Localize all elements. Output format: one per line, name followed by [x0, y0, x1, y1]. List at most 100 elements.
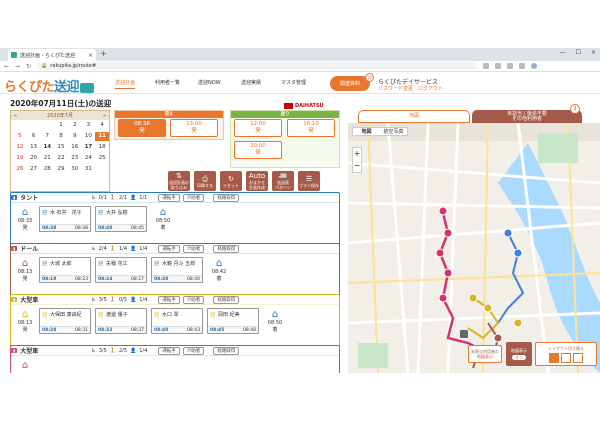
- auto-plan-button[interactable]: Auto おまかせ 計画作成: [246, 171, 268, 191]
- passenger-card[interactable]: 迎水口 翠 08:40 08:43: [151, 308, 203, 334]
- save-plan-button[interactable]: ☰ プラン保存: [298, 171, 320, 191]
- passenger-card[interactable]: 迎大井 弘樹 08:40 08:45: [95, 206, 147, 232]
- calendar-next-button[interactable]: »: [103, 113, 106, 119]
- get-route-button[interactable]: 経路取得: [213, 295, 240, 304]
- calendar-day[interactable]: 22: [54, 154, 68, 163]
- calendar-day[interactable]: 11: [95, 132, 109, 141]
- calendar-day[interactable]: 6: [27, 132, 41, 141]
- calendar-day[interactable]: 23: [68, 154, 82, 163]
- calendar-day[interactable]: 30: [68, 165, 82, 174]
- nav-master[interactable]: マスタ管理: [281, 79, 306, 88]
- calendar-day[interactable]: 12: [13, 143, 27, 152]
- calendar-day[interactable]: 14: [40, 143, 54, 152]
- dropoff-slot-2000[interactable]: 20:00 発: [234, 141, 282, 159]
- calendar-day[interactable]: 26: [13, 165, 27, 174]
- account-links[interactable]: パスワード変更 ログアウト: [378, 85, 443, 92]
- nav-user-list[interactable]: 利用者一覧: [155, 79, 180, 88]
- new-tab-button[interactable]: +: [100, 49, 107, 58]
- tab-map[interactable]: 地図: [358, 110, 470, 123]
- vehicle-drag-handle[interactable]: ▮: [11, 246, 18, 251]
- passenger-card[interactable]: 迎水鏡 丹斗 五郎 08:30 08:40: [151, 257, 203, 283]
- profile-avatar[interactable]: [531, 63, 538, 69]
- extension-icon[interactable]: [495, 63, 502, 69]
- calendar-day[interactable]: 8: [54, 132, 68, 141]
- minimize-button[interactable]: —: [560, 49, 566, 56]
- layout-option-icon[interactable]: [561, 352, 571, 363]
- get-route-button[interactable]: 経路取得: [213, 244, 240, 253]
- browser-tab[interactable]: 送迎計画 - らくぴた送迎 ×: [8, 49, 96, 61]
- passenger-card[interactable]: 迎大保田 康由紀 08:28 08:31: [39, 308, 91, 334]
- passenger-card[interactable]: 迎岡田 紀美 08:45 08:48: [207, 308, 259, 334]
- calendar-day[interactable]: 19: [13, 154, 27, 163]
- nav-route-plan[interactable]: 送迎計画: [115, 79, 136, 89]
- layout-option-icon[interactable]: [549, 352, 559, 363]
- calendar-day[interactable]: 3: [82, 121, 96, 130]
- extension-icon[interactable]: [519, 63, 526, 69]
- calendar-day[interactable]: 21: [40, 154, 54, 163]
- related-docs-button[interactable]: 関連資料: [330, 76, 370, 91]
- calendar-prev-button[interactable]: «: [14, 113, 17, 119]
- calendar-day[interactable]: 15: [54, 143, 68, 152]
- calendar-day[interactable]: 25: [95, 154, 109, 163]
- passenger-card[interactable]: 迎大城 太郎 08:18 08:23: [39, 257, 91, 283]
- driver-select[interactable]: 運転手: [158, 244, 180, 253]
- calendar-day[interactable]: 16: [68, 143, 82, 152]
- calendar-day[interactable]: 10: [82, 132, 96, 141]
- calendar-day[interactable]: 28: [40, 165, 54, 174]
- passenger-card[interactable]: 迎木 石井 花子 08:38 08:38: [39, 206, 91, 232]
- passenger-card[interactable]: 迎渡邊 優子 08:32 08:37: [95, 308, 147, 334]
- calendar-day[interactable]: 20: [27, 154, 41, 163]
- zoom-in-button[interactable]: +: [353, 148, 361, 160]
- helper-select[interactable]: 介助者: [182, 346, 205, 355]
- back-icon[interactable]: ←: [4, 63, 9, 70]
- route-map[interactable]: [348, 123, 600, 373]
- helper-select[interactable]: 介助者: [182, 193, 205, 202]
- vehicle-drag-handle[interactable]: ▮: [11, 348, 18, 353]
- calendar-day[interactable]: 13: [27, 143, 41, 152]
- tab-unassigned-users[interactable]: 未割当 / 後追不要 その他利用者: [472, 110, 582, 123]
- calendar-day[interactable]: 29: [54, 165, 68, 174]
- reload-icon[interactable]: ↻: [26, 63, 31, 70]
- get-route-button[interactable]: 経路取得: [213, 346, 240, 355]
- calendar-day[interactable]: 17: [82, 143, 96, 152]
- close-window-button[interactable]: ×: [591, 49, 596, 56]
- tab-close-icon[interactable]: ×: [88, 52, 93, 59]
- dropoff-slot-1200[interactable]: 12:00 発: [234, 119, 282, 137]
- show-unassigned-button[interactable]: 未割当利用者の 地図表示: [468, 345, 502, 363]
- map-type-satellite[interactable]: 航空写真: [380, 128, 407, 135]
- address-bar[interactable]: 🔒 rakupita.jp/route#: [37, 62, 478, 70]
- pickup-slot-0838[interactable]: 08:38 発: [118, 119, 166, 137]
- vehicle-drag-handle[interactable]: ▮: [11, 195, 18, 200]
- calendar-day[interactable]: 24: [82, 154, 96, 163]
- vehicle-drag-handle[interactable]: ▮: [11, 297, 18, 302]
- map-display-toggle[interactable]: 地図表示 オン: [506, 342, 532, 366]
- pickup-slot-1300[interactable]: 13:00 発: [170, 119, 218, 137]
- calendar-day[interactable]: 5: [13, 132, 27, 141]
- calendar-day[interactable]: 31: [82, 165, 96, 174]
- reset-button[interactable]: ↻ リセット: [220, 171, 242, 191]
- calendar-day[interactable]: 27: [27, 165, 41, 174]
- helper-select[interactable]: 介助者: [182, 244, 205, 253]
- driver-select[interactable]: 運転手: [158, 295, 180, 304]
- map-type-map[interactable]: 地図: [353, 128, 380, 135]
- extension-icon[interactable]: [507, 63, 514, 69]
- print-button[interactable]: ⎙ 印刷する: [194, 171, 216, 191]
- extension-icon[interactable]: [483, 63, 490, 69]
- calendar-day[interactable]: 2: [68, 121, 82, 130]
- dropoff-slot-1610[interactable]: 16:10 発: [287, 119, 335, 137]
- app-logo[interactable]: らくぴた送迎: [4, 76, 95, 95]
- nav-route-now[interactable]: 送迎NOW: [198, 79, 221, 88]
- forward-icon[interactable]: →: [15, 63, 20, 70]
- zoom-out-button[interactable]: −: [353, 160, 361, 172]
- get-route-button[interactable]: 経路取得: [213, 193, 240, 202]
- helper-select[interactable]: 介助者: [182, 295, 205, 304]
- calendar-day[interactable]: 4: [95, 121, 109, 130]
- calendar-day[interactable]: 18: [95, 143, 109, 152]
- calendar-day[interactable]: 7: [40, 132, 54, 141]
- calendar-day[interactable]: 1: [54, 121, 68, 130]
- driver-select[interactable]: 運転手: [158, 193, 180, 202]
- passenger-card[interactable]: 迎矢幡 花江 08:24 08:27: [95, 257, 147, 283]
- layout-option-icon[interactable]: [573, 352, 583, 363]
- nav-route-history[interactable]: 送迎実績: [241, 79, 261, 88]
- route-pattern-button[interactable]: 🚐 送迎表 パターン: [272, 171, 294, 191]
